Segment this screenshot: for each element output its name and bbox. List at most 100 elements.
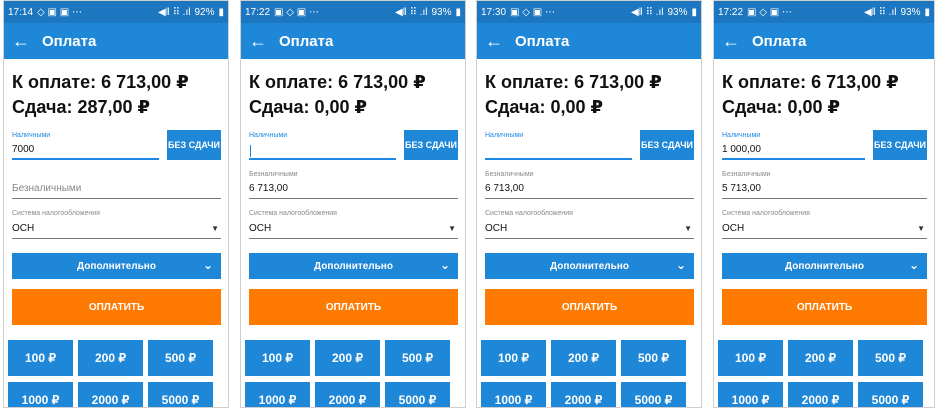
tax-system-label: Система налогообложения	[485, 210, 573, 217]
no-change-button[interactable]: БЕЗ СДАЧИ	[167, 130, 221, 160]
tax-system-field: Система налогообложения ОСН ▼	[477, 209, 701, 239]
amount-due: К оплате: 6 713,00 ₽	[249, 72, 426, 92]
additional-options-label: Дополнительно	[314, 260, 393, 272]
page-title: Оплата	[752, 32, 807, 50]
cash-input[interactable]	[485, 140, 632, 160]
dropdown-caret-icon: ▼	[211, 223, 219, 233]
change-amount: Сдача: 287,00 ₽	[12, 97, 151, 117]
quick-amount-500-button[interactable]: 500 ₽	[621, 340, 686, 376]
chevron-down-icon: ⌄	[675, 258, 686, 272]
tax-system-label: Система налогообложения	[722, 210, 810, 217]
noncash-label	[12, 170, 221, 179]
quick-amount-100-button[interactable]: 100 ₽	[245, 340, 310, 376]
pay-button[interactable]: ОПЛАТИТЬ	[485, 289, 694, 325]
additional-options-label: Дополнительно	[550, 260, 629, 272]
text-cursor	[250, 145, 251, 157]
battery-icon: ▮	[924, 6, 930, 18]
tax-system-select[interactable]: ОСН ▼	[12, 218, 221, 239]
status-time: 17:22	[245, 6, 271, 18]
amount-due: К оплате: 6 713,00 ₽	[485, 72, 662, 92]
quick-amount-grid: 100 ₽ 200 ₽ 500 ₽ 1000 ₽ 2000 ₽ 5000 ₽	[245, 340, 465, 407]
noncash-field	[4, 170, 228, 199]
cash-field: Наличными	[249, 131, 396, 160]
quick-amount-200-button[interactable]: 200 ₽	[315, 340, 380, 376]
tax-system-field: Система налогообложения ОСН ▼	[714, 209, 934, 239]
notification-icons: ▣ ◇ ▣ ⋯	[274, 6, 319, 18]
quick-amount-1000-button[interactable]: 1000 ₽	[481, 382, 546, 407]
quick-amount-200-button[interactable]: 200 ₽	[78, 340, 143, 376]
tax-system-value: ОСН	[12, 222, 35, 234]
tax-system-value: ОСН	[485, 222, 508, 234]
noncash-input[interactable]	[485, 179, 694, 199]
noncash-field: Безналичными	[714, 170, 934, 199]
quick-amount-500-button[interactable]: 500 ₽	[385, 340, 450, 376]
quick-amount-5000-button[interactable]: 5000 ₽	[148, 382, 213, 407]
cash-row: Наличными БЕЗ СДАЧИ	[714, 130, 934, 160]
back-arrow-icon[interactable]: ←	[722, 31, 752, 52]
noncash-label: Безналичными	[249, 171, 298, 178]
additional-options-label: Дополнительно	[77, 260, 156, 272]
additional-options-button[interactable]: Дополнительно ⌄	[485, 253, 694, 279]
payment-screen-4: 17:22 ▣ ◇ ▣ ⋯ ◀‖ ⠿ .ıl 93% ▮ ← Оплата К …	[713, 0, 935, 408]
dropdown-caret-icon: ▼	[448, 223, 456, 233]
pay-button[interactable]: ОПЛАТИТЬ	[12, 289, 221, 325]
tax-system-select[interactable]: ОСН ▼	[722, 218, 927, 239]
tax-system-field: Система налогообложения ОСН ▼	[4, 209, 228, 239]
no-change-button[interactable]: БЕЗ СДАЧИ	[404, 130, 458, 160]
quick-amount-500-button[interactable]: 500 ₽	[858, 340, 923, 376]
quick-amount-100-button[interactable]: 100 ₽	[481, 340, 546, 376]
pay-button[interactable]: ОПЛАТИТЬ	[722, 289, 927, 325]
quick-amount-500-button[interactable]: 500 ₽	[148, 340, 213, 376]
signal-icons: ◀‖ ⠿ .ıl	[630, 6, 664, 18]
additional-options-button[interactable]: Дополнительно ⌄	[249, 253, 458, 279]
quick-amount-1000-button[interactable]: 1000 ₽	[245, 382, 310, 407]
tax-system-label: Система налогообложения	[249, 210, 337, 217]
dropdown-caret-icon: ▼	[917, 223, 925, 233]
additional-options-button[interactable]: Дополнительно ⌄	[12, 253, 221, 279]
quick-amount-2000-button[interactable]: 2000 ₽	[78, 382, 143, 407]
change-amount: Сдача: 0,00 ₽	[722, 97, 841, 117]
quick-amount-2000-button[interactable]: 2000 ₽	[551, 382, 616, 407]
cash-field: Наличными	[12, 131, 159, 160]
amount-due: К оплате: 6 713,00 ₽	[722, 72, 899, 92]
cash-input[interactable]	[249, 140, 396, 160]
noncash-input[interactable]	[249, 179, 458, 199]
cash-input[interactable]	[12, 140, 159, 160]
quick-amount-2000-button[interactable]: 2000 ₽	[788, 382, 853, 407]
signal-icons: ◀‖ ⠿ .ıl	[394, 6, 428, 18]
tax-system-select[interactable]: ОСН ▼	[485, 218, 694, 239]
signal-icons: ◀‖ ⠿ .ıl	[863, 6, 897, 18]
quick-amount-100-button[interactable]: 100 ₽	[718, 340, 783, 376]
app-bar: ← Оплата	[4, 23, 228, 59]
back-arrow-icon[interactable]: ←	[12, 31, 42, 52]
quick-amount-200-button[interactable]: 200 ₽	[551, 340, 616, 376]
battery-icon: ▮	[218, 6, 224, 18]
noncash-input[interactable]	[722, 179, 927, 199]
quick-amount-2000-button[interactable]: 2000 ₽	[315, 382, 380, 407]
quick-amount-100-button[interactable]: 100 ₽	[8, 340, 73, 376]
back-arrow-icon[interactable]: ←	[249, 31, 279, 52]
quick-amount-200-button[interactable]: 200 ₽	[788, 340, 853, 376]
quick-amount-5000-button[interactable]: 5000 ₽	[385, 382, 450, 407]
cash-input[interactable]	[722, 140, 865, 160]
noncash-label: Безналичными	[722, 171, 771, 178]
back-arrow-icon[interactable]: ←	[485, 31, 515, 52]
noncash-input[interactable]	[12, 179, 221, 199]
quick-amount-5000-button[interactable]: 5000 ₽	[858, 382, 923, 407]
pay-button[interactable]: ОПЛАТИТЬ	[249, 289, 458, 325]
cash-field: Наличными	[485, 131, 632, 160]
tax-system-select[interactable]: ОСН ▼	[249, 218, 458, 239]
additional-options-button[interactable]: Дополнительно ⌄	[722, 253, 927, 279]
quick-amount-1000-button[interactable]: 1000 ₽	[8, 382, 73, 407]
quick-amount-1000-button[interactable]: 1000 ₽	[718, 382, 783, 407]
change-amount: Сдача: 0,00 ₽	[485, 97, 604, 117]
no-change-button[interactable]: БЕЗ СДАЧИ	[873, 130, 927, 160]
payment-screen-1: 17:14 ◇ ▣ ▣ ⋯ ◀‖ ⠿ .ıl 92% ▮ ← Оплата К …	[3, 0, 229, 408]
status-bar: 17:22 ▣ ◇ ▣ ⋯ ◀‖ ⠿ .ıl 93% ▮	[714, 1, 934, 23]
battery-level: 93%	[667, 6, 688, 18]
no-change-button[interactable]: БЕЗ СДАЧИ	[640, 130, 694, 160]
quick-amount-5000-button[interactable]: 5000 ₽	[621, 382, 686, 407]
app-bar: ← Оплата	[241, 23, 465, 59]
notification-icons: ▣ ◇ ▣ ⋯	[510, 6, 555, 18]
cash-row: Наличными БЕЗ СДАЧИ	[477, 130, 701, 160]
